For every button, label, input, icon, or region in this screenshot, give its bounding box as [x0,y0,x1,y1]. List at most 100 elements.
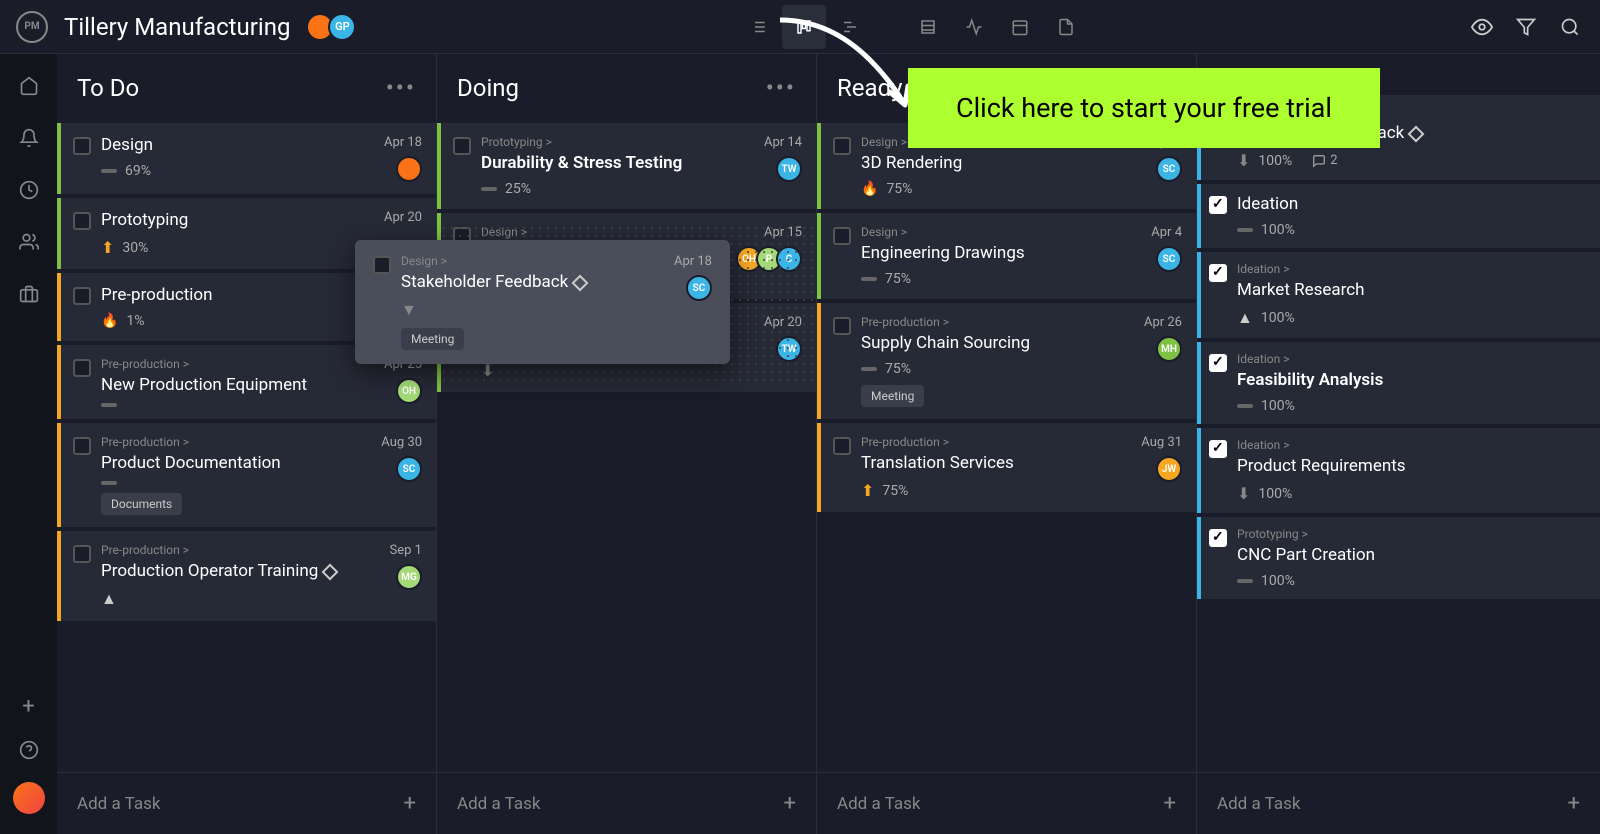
card-breadcrumb: Design > [401,254,664,268]
checkbox[interactable] [1209,440,1227,458]
task-card[interactable]: Pre-production > Translation Services ⬆ … [817,423,1196,512]
checkbox[interactable] [73,212,91,230]
gantt-view-icon[interactable] [828,5,872,49]
checkbox[interactable] [73,437,91,455]
checkbox[interactable] [373,256,391,274]
activity-view-icon[interactable] [952,5,996,49]
avatar[interactable]: SC [1156,246,1182,272]
filter-icon[interactable] [1512,13,1540,41]
column-menu-icon[interactable]: ••• [386,74,416,102]
user-avatar[interactable] [13,782,45,814]
card-title: Prototyping [101,210,374,230]
progress-bar-icon [101,169,117,173]
checkbox[interactable] [833,317,851,335]
card-meta: 100% [1237,222,1576,238]
tag[interactable]: Meeting [861,385,924,407]
assignees [402,156,422,182]
card-title: CNC Part Creation [1237,545,1576,565]
add-icon[interactable]: + [17,694,41,718]
cards-list: Ideation > Stakeholder Feedback ⬇ 100% 2 [1197,94,1600,834]
assignees: MG [402,564,422,590]
avatar[interactable]: SC [686,275,712,301]
task-card[interactable]: Ideation > Product Requirements ⬇ 100% [1197,428,1600,513]
comments-count[interactable]: 2 [1312,153,1337,168]
avatar[interactable]: OH [396,378,422,404]
task-card[interactable]: Ideation > Feasibility Analysis 100% [1197,342,1600,424]
search-icon[interactable] [1556,13,1584,41]
main-area: + To Do ••• Design 69% [0,54,1600,834]
avatar[interactable]: SC [396,456,422,482]
card-meta [101,403,374,407]
list-view-icon[interactable] [736,5,780,49]
avatar[interactable]: MG [396,564,422,590]
task-card[interactable]: Design > Engineering Drawings 75% Apr 4 … [817,213,1196,299]
checkbox[interactable] [833,227,851,245]
recent-icon[interactable] [17,178,41,202]
card-title: Design [101,135,374,155]
column-header: Doing ••• [437,54,816,122]
dragging-card[interactable]: Design > Stakeholder Feedback ▼ Meeting … [355,240,730,364]
checkbox[interactable] [73,545,91,563]
notifications-icon[interactable] [17,126,41,150]
avatar[interactable]: GP [328,13,356,41]
calendar-view-icon[interactable] [998,5,1042,49]
checkbox[interactable] [73,359,91,377]
portfolio-icon[interactable] [17,282,41,306]
add-task-button[interactable]: Add a Task+ [817,772,1196,834]
avatar[interactable] [396,156,422,182]
add-task-button[interactable]: Add a Task+ [437,772,816,834]
avatar[interactable]: JW [1156,456,1182,482]
progress-bar-icon [101,403,117,407]
dropdown-icon[interactable]: ▼ [401,300,664,320]
checkbox[interactable] [1209,196,1227,214]
files-view-icon[interactable] [1044,5,1088,49]
checkbox[interactable] [1209,354,1227,372]
header-avatars[interactable]: GP [306,13,356,41]
task-card[interactable]: Prototyping > Durability & Stress Testin… [437,123,816,209]
checkbox[interactable] [833,437,851,455]
add-task-button[interactable]: Add a Task+ [1197,772,1600,834]
plus-icon: + [1568,791,1580,816]
card-title: Feasibility Analysis [1237,370,1576,390]
help-icon[interactable] [17,738,41,762]
checkbox[interactable] [1209,529,1227,547]
app-logo[interactable]: PM [16,11,48,43]
checkbox[interactable] [453,137,471,155]
add-task-button[interactable]: Add a Task+ [57,772,436,834]
task-card[interactable]: Pre-production > Supply Chain Sourcing 7… [817,303,1196,419]
card-meta: ⬇ 100% [1237,484,1576,503]
card-breadcrumb: Ideation > [1237,352,1576,366]
checkbox[interactable] [833,137,851,155]
due-date: Apr 4 [1151,225,1182,240]
column: To Do ••• Design 69% [57,54,437,834]
checkbox[interactable] [1209,264,1227,282]
team-icon[interactable] [17,230,41,254]
task-card[interactable]: Prototyping > CNC Part Creation 100% [1197,517,1600,599]
visibility-icon[interactable] [1468,13,1496,41]
column-menu-icon[interactable]: ••• [766,74,796,102]
task-card[interactable]: Design 69% Apr 18 [57,123,436,194]
sheet-view-icon[interactable] [906,5,950,49]
task-card[interactable]: Pre-production > Product Documentation D… [57,423,436,527]
progress-text: 75% [882,483,908,499]
avatar[interactable]: TW [776,156,802,182]
task-card[interactable]: Ideation 100% [1197,184,1600,248]
task-card[interactable]: Pre-production > Production Operator Tra… [57,531,436,621]
board-view-icon[interactable] [782,5,826,49]
progress-text: 100% [1258,486,1292,502]
home-icon[interactable] [17,74,41,98]
sidebar: + [0,54,57,834]
card-meta: 100% [1237,573,1576,589]
card-title: Ideation [1237,194,1576,214]
cta-button[interactable]: Click here to start your free trial [908,68,1380,148]
tag[interactable]: Meeting [401,328,464,350]
task-card[interactable]: Ideation > Market Research ▲ 100% [1197,252,1600,338]
checkbox[interactable] [73,287,91,305]
checkbox[interactable] [73,137,91,155]
avatar[interactable]: SC [1156,156,1182,182]
plus-icon: + [1164,791,1176,816]
avatar[interactable]: MH [1156,336,1182,362]
due-date: Apr 18 [384,135,422,150]
card-breadcrumb: Prototyping > [481,135,754,149]
tag[interactable]: Documents [101,493,182,515]
